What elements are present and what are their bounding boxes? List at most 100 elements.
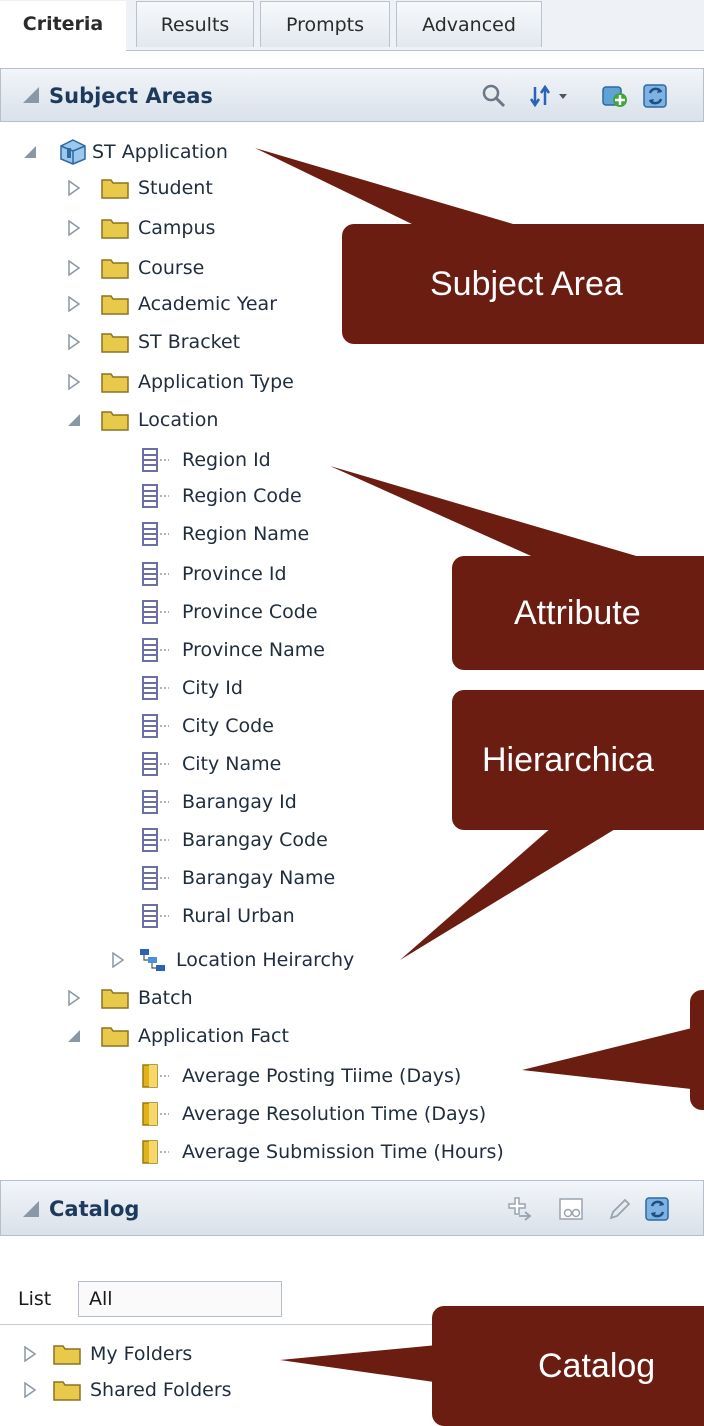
collapsed-triangle-icon[interactable] <box>66 260 82 276</box>
attribute-label: City Name <box>182 753 282 775</box>
collapsed-triangle-icon[interactable] <box>66 296 82 312</box>
attribute-label: Barangay Code <box>182 829 328 851</box>
subject-area-cube-icon <box>60 139 86 165</box>
collapsed-triangle-icon[interactable] <box>66 180 82 196</box>
callout-pointer-measure <box>522 1026 700 1090</box>
attribute-column-icon <box>142 562 169 586</box>
measure-label: Average Submission Time (Hours) <box>182 1141 504 1163</box>
catalog-header: Catalog <box>0 1180 704 1236</box>
tab-results[interactable]: Results <box>136 1 254 47</box>
attribute-label: Province Code <box>182 601 318 623</box>
collapse-triangle-icon[interactable] <box>21 1199 41 1219</box>
callout-subject-area: Subject Area <box>342 224 704 344</box>
collapsed-triangle-icon[interactable] <box>66 374 82 390</box>
folder-label: Academic Year <box>138 293 278 315</box>
folder-icon <box>101 219 129 239</box>
hierarchy-icon <box>140 949 165 971</box>
tab-advanced[interactable]: Advanced <box>396 1 542 47</box>
collapse-triangle-icon[interactable] <box>21 85 41 105</box>
callout-attribute: Attribute <box>452 556 704 670</box>
folder-icon <box>101 373 129 393</box>
attribute-label: City Id <box>182 677 243 699</box>
folder-icon <box>101 295 129 315</box>
attribute-column-icon <box>142 904 169 928</box>
attribute-label: Province Name <box>182 639 325 661</box>
tree-root-label: ST Application <box>92 141 228 163</box>
folder-label: Location <box>138 409 219 431</box>
collapsed-triangle-icon[interactable] <box>66 990 82 1006</box>
attribute-column-icon <box>142 448 169 472</box>
expanded-triangle-icon[interactable] <box>66 1028 82 1044</box>
callout-hierarchical: Hierarchica <box>452 690 704 830</box>
callout-pointer-subject-area <box>255 148 520 226</box>
attribute-column-icon <box>142 600 169 624</box>
measure-column-icon <box>142 1140 169 1164</box>
folder-icon <box>101 259 129 279</box>
view-icon[interactable] <box>557 1194 587 1224</box>
attribute-column-icon <box>142 638 169 662</box>
folder-icon <box>101 989 129 1009</box>
callout-catalog: Catalog <box>432 1306 704 1426</box>
attribute-label: Province Id <box>182 563 287 585</box>
attribute-label: Barangay Id <box>182 791 297 813</box>
refresh-icon[interactable] <box>641 81 671 111</box>
edit-pencil-icon[interactable] <box>605 1194 635 1224</box>
attribute-label: City Code <box>182 715 274 737</box>
folder-icon <box>53 1345 81 1365</box>
subject-areas-header: Subject Areas <box>0 68 704 122</box>
attribute-column-icon <box>142 752 169 776</box>
collapsed-triangle-icon[interactable] <box>66 220 82 236</box>
measure-label: Average Posting Tiime (Days) <box>182 1065 462 1087</box>
attribute-column-icon <box>142 714 169 738</box>
collapsed-triangle-icon[interactable] <box>110 952 126 968</box>
folder-label: ST Bracket <box>138 331 241 353</box>
add-to-criteria-icon[interactable] <box>505 1194 535 1224</box>
tab-prompts[interactable]: Prompts <box>260 1 390 47</box>
callout-pointer-hierarchical-1 <box>400 820 630 960</box>
subject-areas-title: Subject Areas <box>49 84 213 108</box>
folder-icon <box>101 411 129 431</box>
callout-measure <box>690 990 704 1110</box>
attribute-column-icon <box>142 828 169 852</box>
folder-icon <box>53 1381 81 1401</box>
tab-bar: Criteria Results Prompts Advanced <box>0 0 704 51</box>
add-subject-area-icon[interactable] <box>599 81 629 111</box>
folder-label: Application Fact <box>138 1025 289 1047</box>
collapsed-triangle-icon[interactable] <box>66 334 82 350</box>
measure-label: Average Resolution Time (Days) <box>182 1103 487 1125</box>
folder-label: Course <box>138 257 205 279</box>
expanded-triangle-icon[interactable] <box>22 144 38 160</box>
measure-column-icon <box>142 1102 169 1126</box>
search-icon[interactable] <box>479 81 509 111</box>
folder-icon <box>101 179 129 199</box>
attribute-label: Barangay Name <box>182 867 336 889</box>
folder-icon <box>101 1027 129 1047</box>
folder-label: Campus <box>138 217 216 239</box>
expanded-triangle-icon[interactable] <box>66 412 82 428</box>
catalog-folder-label: My Folders <box>90 1343 193 1365</box>
sort-icon[interactable] <box>529 81 571 111</box>
list-label: List <box>18 1288 52 1310</box>
callout-pointer-catalog <box>280 1344 448 1384</box>
tab-criteria[interactable]: Criteria <box>0 1 126 51</box>
attribute-label: Region Name <box>182 523 310 545</box>
list-filter-select[interactable]: All <box>78 1281 282 1317</box>
catalog-title: Catalog <box>49 1197 140 1221</box>
measure-column-icon <box>142 1064 169 1088</box>
attribute-column-icon <box>142 676 169 700</box>
folder-label: Student <box>138 177 213 199</box>
catalog-folder-label: Shared Folders <box>90 1379 232 1401</box>
attribute-label: Region Code <box>182 485 302 507</box>
folder-icon <box>101 333 129 353</box>
callout-pointer-attribute <box>330 466 650 560</box>
collapsed-triangle-icon[interactable] <box>22 1346 38 1362</box>
attribute-column-icon <box>142 866 169 890</box>
folder-label: Application Type <box>138 371 294 393</box>
attribute-column-icon <box>142 522 169 546</box>
attribute-label: Region Id <box>182 449 271 471</box>
attribute-column-icon <box>142 790 169 814</box>
attribute-column-icon <box>142 484 169 508</box>
attribute-label: Rural Urban <box>182 905 295 927</box>
refresh-icon[interactable] <box>643 1194 673 1224</box>
collapsed-triangle-icon[interactable] <box>22 1382 38 1398</box>
